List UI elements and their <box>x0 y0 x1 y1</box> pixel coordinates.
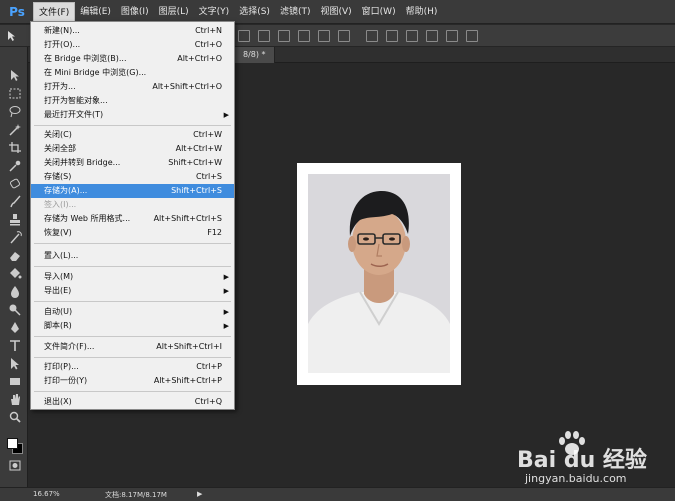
menu-help[interactable]: 帮助(H) <box>401 2 443 22</box>
menu-item-recent-files[interactable]: 最近打开文件(T) ▶ <box>31 108 234 122</box>
document-size: 文档:8.17M/8.17M <box>105 491 167 499</box>
move-icon[interactable] <box>8 69 22 82</box>
menu-window[interactable]: 窗口(W) <box>357 2 401 22</box>
photoshop-logo: Ps <box>9 4 25 19</box>
baidu-watermark: Bai du 经验 jingyan.baidu.com <box>517 430 667 490</box>
align-left-icon[interactable] <box>298 30 310 42</box>
type-icon[interactable] <box>8 339 22 352</box>
eyedropper-icon[interactable] <box>8 159 22 172</box>
align-hcenter-icon[interactable] <box>318 30 330 42</box>
menu-item-save-for-web[interactable]: 存储为 Web 所用格式... Alt+Shift+Ctrl+S <box>31 212 234 226</box>
zoom-level[interactable]: 16.67% <box>33 490 60 498</box>
menu-image[interactable]: 图像(I) <box>116 2 154 22</box>
distribute-hcenter-icon[interactable] <box>446 30 458 42</box>
history-brush-icon[interactable] <box>8 231 22 244</box>
menu-item-scripts[interactable]: 脚本(R) ▶ <box>31 319 234 333</box>
menu-item-import[interactable]: 导入(M) ▶ <box>31 270 234 284</box>
menu-separator <box>34 266 231 267</box>
rectangle-icon[interactable] <box>8 375 22 388</box>
zoom-icon[interactable] <box>8 411 22 424</box>
menu-separator <box>34 357 231 358</box>
watermark-url: jingyan.baidu.com <box>525 472 627 485</box>
submenu-arrow-icon: ▶ <box>223 287 229 295</box>
menu-view[interactable]: 视图(V) <box>315 2 356 22</box>
clone-stamp-icon[interactable] <box>8 213 22 226</box>
align-top-icon[interactable] <box>238 30 250 42</box>
menu-item-exit[interactable]: 退出(X) Ctrl+Q <box>31 395 234 409</box>
menu-filter[interactable]: 滤镜(T) <box>275 2 316 22</box>
menu-item-place[interactable]: 置入(L)... <box>31 249 234 263</box>
submenu-arrow-icon: ▶ <box>223 111 229 119</box>
foreground-color-swatch[interactable] <box>7 438 18 449</box>
document-tab-label: 8/8) * <box>243 50 266 59</box>
submenu-arrow-icon: ▶ <box>223 308 229 316</box>
menu-select[interactable]: 选择(S) <box>234 2 275 22</box>
submenu-arrow-icon: ▶ <box>223 322 229 330</box>
distribute-right-icon[interactable] <box>466 30 478 42</box>
menu-item-print-one-copy[interactable]: 打印一份(Y) Alt+Shift+Ctrl+P <box>31 374 234 388</box>
magic-wand-icon[interactable] <box>8 123 22 136</box>
marquee-icon[interactable] <box>8 87 22 100</box>
menu-type[interactable]: 文字(Y) <box>194 2 235 22</box>
watermark-brand: Bai du 经验 <box>517 448 647 473</box>
dodge-icon[interactable] <box>8 303 22 316</box>
menu-layer[interactable]: 图层(L) <box>154 2 194 22</box>
menu-separator <box>34 391 231 392</box>
menu-separator <box>34 243 231 244</box>
menu-edit[interactable]: 编辑(E) <box>75 2 116 22</box>
menu-item-browse-mini-bridge[interactable]: 在 Mini Bridge 中浏览(G)... <box>31 66 234 80</box>
lasso-icon[interactable] <box>8 105 22 118</box>
crop-icon[interactable] <box>8 141 22 154</box>
document-canvas[interactable] <box>297 163 461 385</box>
distribute-left-icon[interactable] <box>426 30 438 42</box>
tools-panel <box>0 47 28 487</box>
submenu-arrow-icon: ▶ <box>223 273 229 281</box>
menu-item-open-as[interactable]: 打开为... Alt+Shift+Ctrl+O <box>31 80 234 94</box>
menu-item-close[interactable]: 关闭(C) Ctrl+W <box>31 128 234 142</box>
menu-item-open[interactable]: 打开(O)... Ctrl+O <box>31 38 234 52</box>
menu-item-export[interactable]: 导出(E) ▶ <box>31 284 234 298</box>
menu-item-save[interactable]: 存储(S) Ctrl+S <box>31 170 234 184</box>
distribute-bottom-icon[interactable] <box>406 30 418 42</box>
distribute-vcenter-icon[interactable] <box>386 30 398 42</box>
menu-item-open-smart-object[interactable]: 打开为智能对象... <box>31 94 234 108</box>
status-menu-arrow-icon[interactable]: ▶ <box>197 490 202 498</box>
menu-item-automate[interactable]: 自动(U) ▶ <box>31 305 234 319</box>
menu-separator <box>34 125 231 126</box>
paint-bucket-icon[interactable] <box>8 267 22 280</box>
path-selection-icon[interactable] <box>8 357 22 370</box>
hand-icon[interactable] <box>8 393 22 406</box>
quick-mask-icon[interactable] <box>8 459 22 472</box>
distribute-top-icon[interactable] <box>366 30 378 42</box>
menu-item-revert[interactable]: 恢复(V) F12 <box>31 226 234 240</box>
move-tool-icon[interactable] <box>6 30 18 42</box>
file-menu-dropdown: 新建(N)... Ctrl+N 打开(O)... Ctrl+O 在 Bridge 中… <box>30 21 235 410</box>
eraser-icon[interactable] <box>8 249 22 262</box>
healing-brush-icon[interactable] <box>8 177 22 190</box>
menu-item-print[interactable]: 打印(P)... Ctrl+P <box>31 360 234 374</box>
brush-icon[interactable] <box>8 195 22 208</box>
align-right-icon[interactable] <box>338 30 350 42</box>
pen-icon[interactable] <box>8 321 22 334</box>
align-vcenter-icon[interactable] <box>258 30 270 42</box>
menu-file[interactable]: 文件(F) <box>33 1 76 22</box>
menu-item-close-go-bridge[interactable]: 关闭并转到 Bridge... Shift+Ctrl+W <box>31 156 234 170</box>
menu-item-new[interactable]: 新建(N)... Ctrl+N <box>31 24 234 38</box>
menu-item-save-as[interactable]: 存储为(A)... Shift+Ctrl+S <box>31 184 234 198</box>
menu-item-browse-bridge[interactable]: 在 Bridge 中浏览(B)... Alt+Ctrl+O <box>31 52 234 66</box>
document-tab[interactable]: 8/8) * <box>235 47 275 63</box>
menu-item-file-info[interactable]: 文件简介(F)... Alt+Shift+Ctrl+I <box>31 340 234 354</box>
blur-icon[interactable] <box>8 285 22 298</box>
menu-item-check-in: 签入(I)... <box>44 200 77 209</box>
menu-separator <box>34 301 231 302</box>
align-bottom-icon[interactable] <box>278 30 290 42</box>
menu-item-close-all[interactable]: 关闭全部 Alt+Ctrl+W <box>31 142 234 156</box>
menu-separator <box>34 336 231 337</box>
portrait-photo <box>308 174 450 373</box>
